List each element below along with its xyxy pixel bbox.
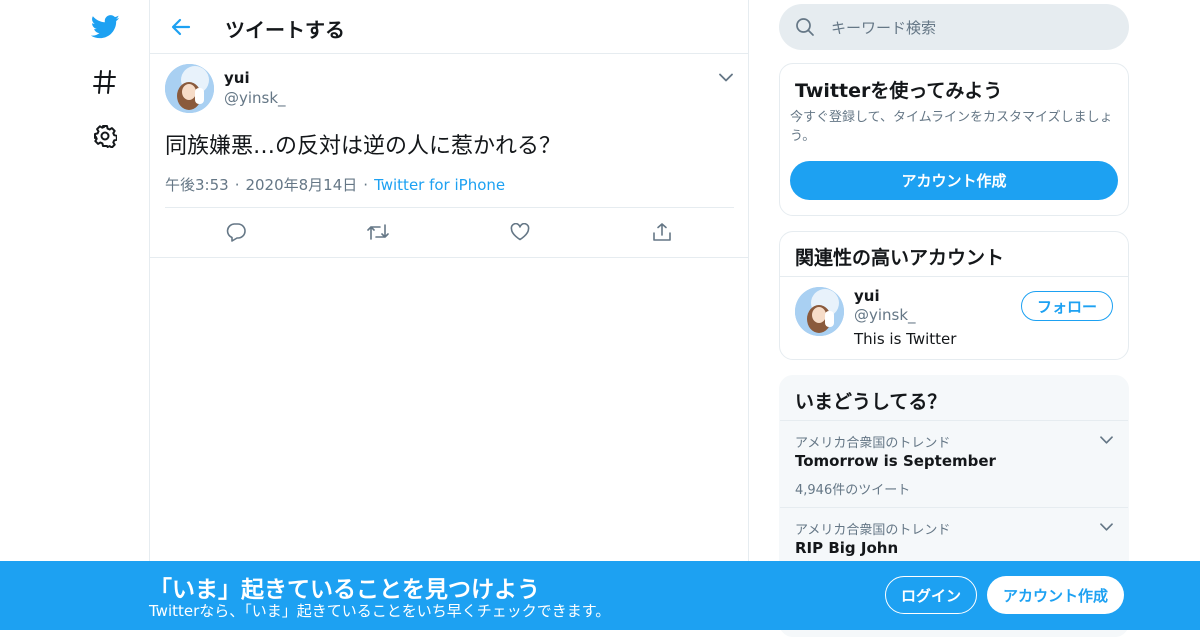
related-account-bio: This is Twitter [854,330,957,348]
tweet-source-link[interactable]: Twitter for iPhone [374,176,505,194]
trend-name: Tomorrow is September [795,452,996,470]
search-input[interactable] [829,4,1113,52]
author-name[interactable]: yui [224,69,250,87]
meta-separator: · [363,176,369,194]
twitter-bird-icon[interactable] [90,12,120,42]
search-icon [795,17,815,41]
bottom-signup-bar: 「いま」起きていることを見つけよう Twitterなら、「いま」起きていることを… [0,561,1200,630]
meta-separator: · [234,176,240,194]
create-account-button[interactable]: アカウント作成 [987,576,1124,614]
settings-gear-icon[interactable] [90,121,120,151]
trend-count: 4,946件のツイート [795,483,911,498]
create-account-button[interactable]: アカウント作成 [790,161,1118,200]
login-button[interactable]: ログイン [885,576,977,614]
signup-card: Twitterを使ってみよう 今すぐ登録して、タイムラインをカスタマイズしましょ… [779,63,1129,216]
like-icon[interactable] [505,217,535,247]
left-nav [80,0,130,630]
related-account-name[interactable]: yui [854,287,880,305]
tweet-meta: 午後3:53 · 2020年8月14日 · Twitter for iPhone [165,174,505,195]
tweet-detail: yui @yinsk_ 同族嫌悪…の反対は逆の人に惹かれる？ 午後3:53 · 20… [150,54,748,258]
page-header: ツイートする [150,0,748,54]
tweet-date[interactable]: 2020年8月14日 [245,176,357,194]
divider [165,207,734,208]
trend-context: アメリカ合衆国のトレンド [795,436,951,451]
related-card-title: 関連性の高いアカウント [795,247,1005,269]
follow-button[interactable]: フォロー [1021,291,1113,321]
retweet-icon[interactable] [363,217,393,247]
share-icon[interactable] [647,217,677,247]
trends-card-title: いまどうしてる？ [795,391,947,413]
page-title: ツイートする [225,18,345,42]
chevron-down-icon[interactable] [1098,520,1114,534]
author-handle[interactable]: @yinsk_ [224,89,286,107]
search-box [779,4,1129,52]
related-account-handle[interactable]: @yinsk_ [854,306,916,324]
chevron-down-icon[interactable] [716,69,736,85]
tweet-actions [150,217,748,257]
signup-card-description: 今すぐ登録して、タイムラインをカスタマイズしましょう。 [790,110,1113,144]
divider [780,276,1128,277]
bottom-bar-title: 「いま」起きていることを見つけよう [149,577,540,603]
related-accounts-card: 関連性の高いアカウント yui @yinsk_ This is Twitter … [779,231,1129,360]
trend-item[interactable]: アメリカ合衆国のトレンド Tomorrow is September 4,946… [780,420,1128,507]
hashtag-icon[interactable] [90,67,120,97]
trend-context: アメリカ合衆国のトレンド [795,523,951,538]
avatar[interactable] [795,287,844,336]
chevron-down-icon[interactable] [1098,433,1114,447]
main-column: ツイートする yui @yinsk_ 同族嫌悪…の反対は逆の人に惹かれる？ 午後… [149,0,749,630]
tweet-time[interactable]: 午後3:53 [165,176,229,194]
arrow-left-icon[interactable] [168,14,194,40]
reply-icon[interactable] [221,217,251,247]
trend-name: RIP Big John [795,539,899,557]
tweet-text: 同族嫌悪…の反対は逆の人に惹かれる？ [165,134,562,159]
signup-card-title: Twitterを使ってみよう [795,80,1003,102]
avatar[interactable] [165,64,214,113]
bottom-bar-subtitle: Twitterなら、「いま」起きていることをいち早くチェックできます。 [149,602,611,620]
